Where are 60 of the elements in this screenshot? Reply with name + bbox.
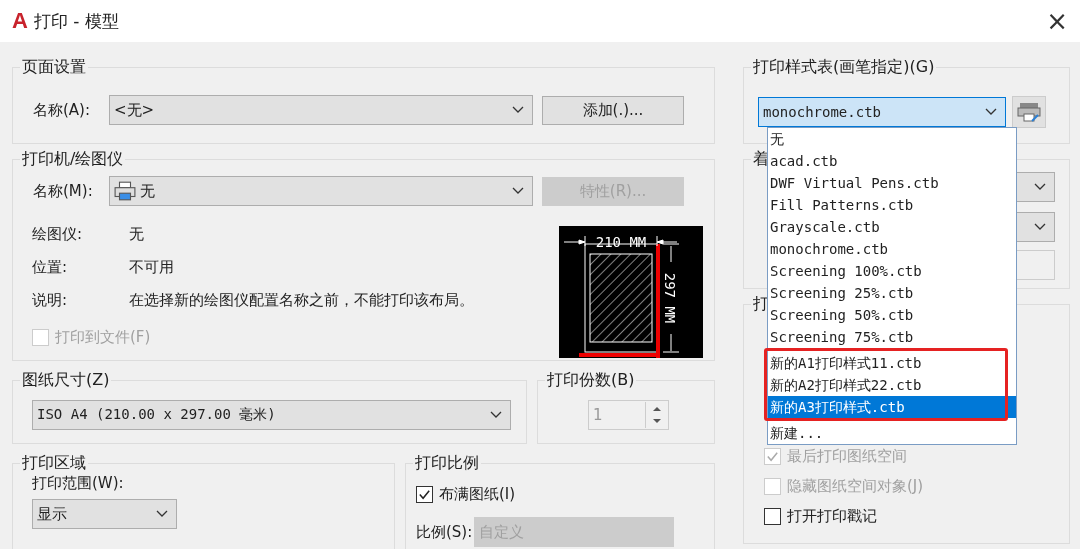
group-title: 打印样式表(画笔指定)(G) [751, 57, 937, 77]
dropdown-item[interactable]: Screening 100%.ctb [768, 260, 1016, 282]
edit-style-button[interactable] [1012, 96, 1046, 128]
info-value: 在选择新的绘图仪配置名称之前，不能打印该布局。 [129, 291, 474, 310]
chevron-down-icon [985, 108, 997, 116]
up-arrow-icon[interactable] [652, 406, 662, 412]
chevron-down-icon [1034, 183, 1046, 191]
dropdown-item[interactable]: 新建... [768, 422, 1016, 444]
info-label: 说明: [31, 291, 69, 310]
plot-range-select[interactable]: 显示 [32, 499, 177, 529]
dropdown-item[interactable]: 新的A2打印样式22.ctb [768, 374, 1016, 396]
field-label: 名称(A): [32, 100, 92, 120]
info-value: 不可用 [129, 258, 174, 277]
dropdown-item[interactable]: Screening 75%.ctb [768, 326, 1016, 348]
dropdown-item[interactable]: Grayscale.ctb [768, 216, 1016, 238]
checkbox-label: 隐藏图纸空间对象(J) [787, 476, 924, 496]
chevron-down-icon [1034, 223, 1046, 231]
dropdown-item[interactable]: Fill Patterns.ctb [768, 194, 1016, 216]
chevron-down-icon [512, 187, 524, 195]
checkbox-label: 打开打印戳记 [787, 506, 877, 526]
field-label: 打印范围(W): [32, 474, 125, 493]
page-setup-select[interactable]: <无> [109, 95, 533, 125]
dropdown-item[interactable]: acad.ctb [768, 150, 1016, 172]
dropdown-item[interactable]: 新的A3打印样式.ctb [768, 396, 1016, 418]
group-title: 打印区域 [20, 453, 88, 473]
height-dimension-label: 297 MM [662, 272, 678, 324]
checkbox-label: 打印到文件(F) [55, 327, 151, 347]
chevron-down-icon [490, 411, 502, 419]
chevron-down-icon [512, 106, 524, 114]
group-title: 打印份数(B) [545, 370, 637, 390]
plot-style-select[interactable]: monochrome.ctb [758, 97, 1006, 127]
dropdown-item[interactable]: Screening 50%.ctb [768, 304, 1016, 326]
printer-select[interactable]: 无 [109, 176, 533, 206]
down-arrow-icon[interactable] [652, 418, 662, 424]
checkbox-label: 布满图纸(I) [439, 484, 516, 504]
close-button[interactable]: × [1046, 8, 1068, 34]
info-value: 无 [129, 225, 144, 244]
dropdown-item[interactable]: Screening 25%.ctb [768, 282, 1016, 304]
field-label: 比例(S): [416, 522, 473, 542]
window-title: 打印 - 模型 [33, 9, 120, 33]
group-title: 页面设置 [20, 57, 88, 77]
fit-to-paper-checkbox[interactable] [416, 485, 433, 503]
checkbox-label: 最后打印图纸空间 [787, 446, 907, 466]
dropdown-item[interactable]: DWF Virtual Pens.ctb [768, 172, 1016, 194]
dropdown-item[interactable]: monochrome.ctb [768, 238, 1016, 260]
width-dimension-label: 210 MM [595, 234, 647, 250]
add-button[interactable]: 添加(.)... [542, 95, 684, 125]
field-label: 名称(M): [32, 181, 94, 201]
group-title: 图纸尺寸(Z) [20, 370, 112, 390]
paper-size-select[interactable]: ISO A4 (210.00 x 297.00 毫米) [32, 400, 511, 430]
app-logo: A [12, 8, 28, 34]
printer-icon [114, 181, 136, 201]
group-title: 打印比例 [413, 453, 481, 473]
dropdown-item[interactable]: 新的A1打印样式11.ctb [768, 352, 1016, 374]
dropdown-item[interactable]: 无 [768, 128, 1016, 150]
option-checkbox[interactable] [764, 507, 781, 525]
group-title: 打印机/绘图仪 [20, 149, 126, 169]
info-label: 位置: [31, 258, 69, 277]
chevron-down-icon [156, 510, 168, 518]
info-label: 绘图仪: [31, 225, 84, 244]
